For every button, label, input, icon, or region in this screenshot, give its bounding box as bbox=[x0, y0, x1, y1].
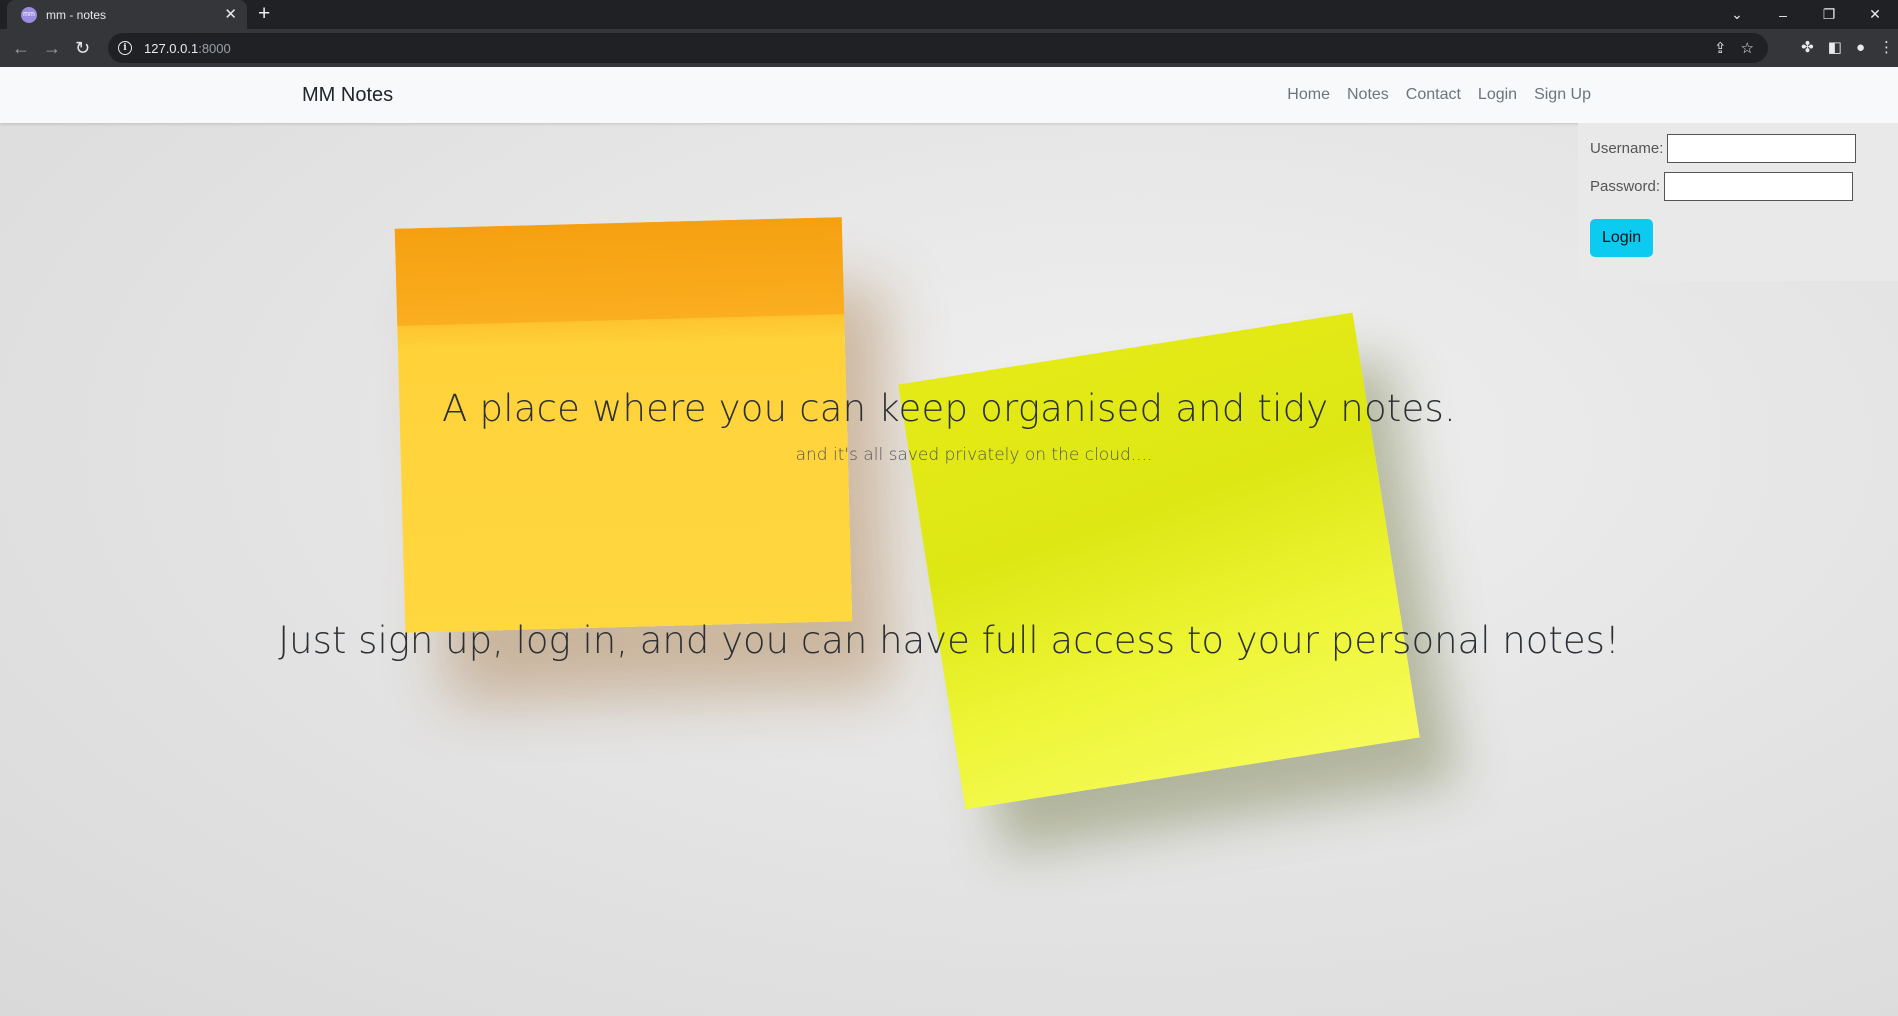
login-form: Username: Password: Login bbox=[1578, 123, 1898, 281]
nav-contact[interactable]: Contact bbox=[1406, 86, 1461, 104]
favicon-icon: mm bbox=[21, 6, 37, 23]
site-navbar: MM Notes Home Notes Contact Login Sign U… bbox=[0, 67, 1898, 123]
back-icon[interactable]: ← bbox=[12, 38, 30, 58]
username-label: Username: bbox=[1590, 139, 1664, 157]
username-input[interactable] bbox=[1667, 133, 1857, 163]
nav-login[interactable]: Login bbox=[1478, 86, 1517, 104]
restore-icon[interactable]: ❐ bbox=[1806, 6, 1852, 23]
minimize-icon[interactable]: – bbox=[1760, 7, 1806, 23]
tab-search-icon[interactable]: ⌄ bbox=[1714, 6, 1760, 23]
reload-icon[interactable]: ↻ bbox=[75, 38, 90, 58]
hero-subline: and it's all saved privately on the clou… bbox=[795, 445, 1153, 465]
profile-icon[interactable]: ● bbox=[1856, 39, 1865, 56]
hero-headline: A place where you can keep organised and… bbox=[442, 387, 1456, 430]
browser-tabstrip: mm mm - notes ✕ + ⌄ – ❐ ✕ bbox=[0, 0, 1898, 29]
tab-title: mm - notes bbox=[46, 7, 107, 22]
browser-toolbar: ← → ↻ i 127.0.0.1:8000 ⇪ ☆ ✤ ◧ ● ⋮ bbox=[0, 29, 1898, 67]
bookmark-star-icon[interactable]: ☆ bbox=[1741, 39, 1754, 57]
login-button[interactable]: Login bbox=[1590, 219, 1654, 257]
url-text: 127.0.0.1:8000 bbox=[144, 41, 231, 56]
url-port: :8000 bbox=[198, 40, 231, 56]
hero-cta-text: Just sign up, log in, and you can have f… bbox=[278, 619, 1620, 662]
nav-home[interactable]: Home bbox=[1287, 86, 1330, 104]
address-bar[interactable]: i 127.0.0.1:8000 ⇪ ☆ bbox=[108, 33, 1768, 63]
nav-links: Home Notes Contact Login Sign Up bbox=[1270, 86, 1591, 104]
close-window-icon[interactable]: ✕ bbox=[1852, 6, 1898, 23]
nav-notes[interactable]: Notes bbox=[1347, 86, 1389, 104]
url-host: 127.0.0.1 bbox=[144, 40, 199, 56]
nav-signup[interactable]: Sign Up bbox=[1534, 86, 1591, 104]
browser-tab[interactable]: mm mm - notes ✕ bbox=[7, 0, 247, 29]
forward-icon[interactable]: → bbox=[43, 38, 61, 58]
page-body: MM Notes Home Notes Contact Login Sign U… bbox=[0, 67, 1898, 1016]
new-tab-icon[interactable]: + bbox=[258, 3, 270, 25]
close-tab-icon[interactable]: ✕ bbox=[224, 7, 237, 22]
window-controls: ⌄ – ❐ ✕ bbox=[1714, 0, 1898, 29]
side-panel-icon[interactable]: ◧ bbox=[1828, 38, 1842, 56]
password-label: Password: bbox=[1590, 177, 1661, 195]
info-icon[interactable]: i bbox=[118, 41, 132, 55]
password-input[interactable] bbox=[1664, 171, 1854, 201]
brand-logo[interactable]: MM Notes bbox=[302, 84, 393, 107]
password-row: Password: bbox=[1590, 171, 1886, 201]
extensions-icon[interactable]: ✤ bbox=[1801, 38, 1814, 56]
menu-icon[interactable]: ⋮ bbox=[1879, 38, 1894, 56]
username-row: Username: bbox=[1590, 133, 1886, 163]
share-icon[interactable]: ⇪ bbox=[1714, 39, 1727, 57]
